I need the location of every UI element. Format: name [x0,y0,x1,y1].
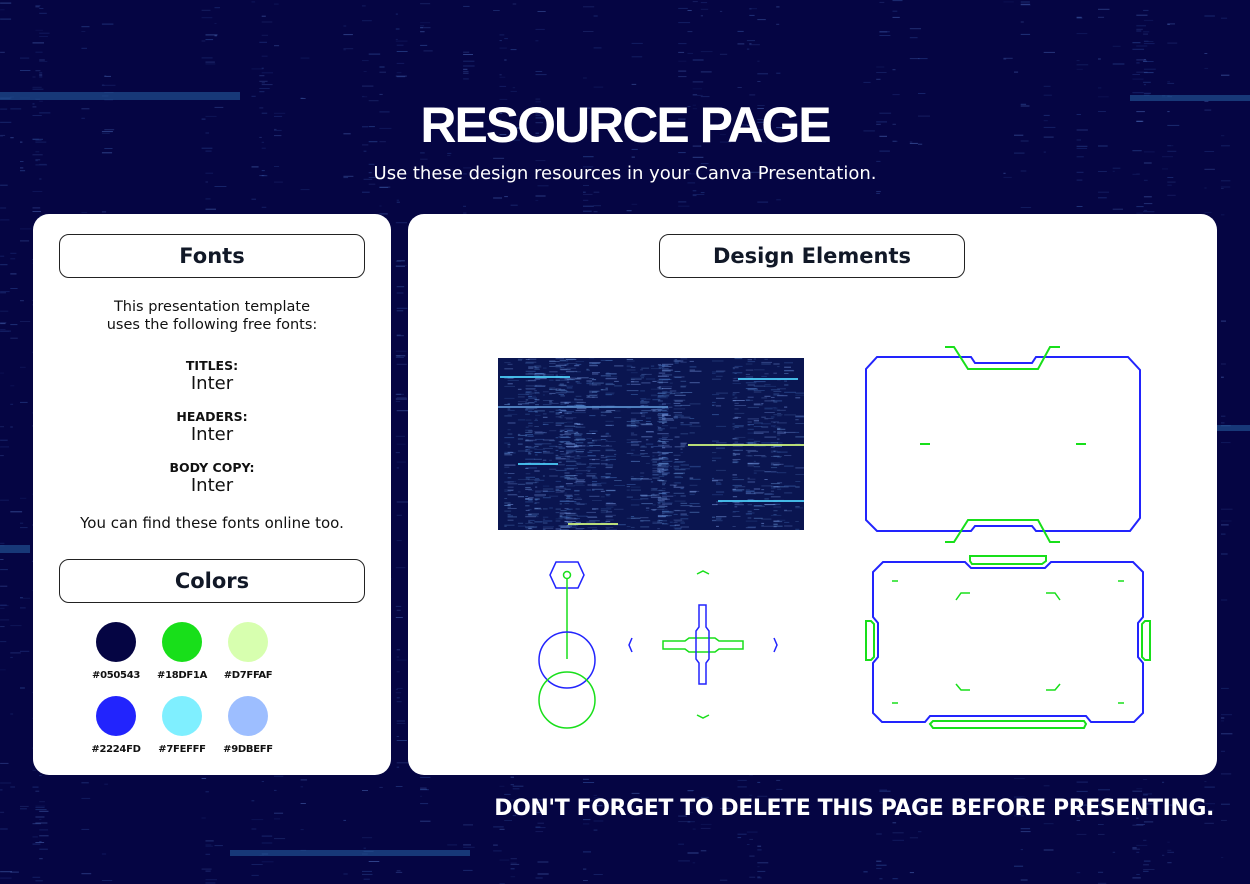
texture-bar [518,463,558,465]
swatch: #D7FFAF [218,622,278,681]
font-entry-titles: TITLES: Inter [33,358,391,394]
swatch: #18DF1A [152,622,212,681]
swatch-dot [228,696,268,736]
swatch-label: #18DF1A [156,670,208,681]
design-elements-heading: Design Elements [659,234,965,278]
texture-bar [500,376,570,378]
font-entry-name: Inter [190,475,234,496]
swatch-dot [228,622,268,662]
swatch-label: #050543 [91,670,141,681]
swatch-label: #2224FD [91,744,141,755]
fonts-intro: This presentation template uses the foll… [33,298,391,334]
texture-bar [738,378,798,380]
texture-bar [718,500,804,502]
page-subtitle: Use these design resources in your Canva… [373,163,877,184]
fonts-intro-line1: This presentation template [113,299,311,315]
bg-bar [230,850,470,856]
swatch: #050543 [86,622,146,681]
fonts-outro: You can find these fonts online too. [80,514,344,532]
font-entry-label: HEADERS: [176,409,248,424]
swatch: #7FEFFF [152,696,212,755]
delete-reminder: DON'T FORGET TO DELETE THIS PAGE BEFORE … [494,796,1214,821]
colors-heading: Colors [59,559,365,603]
font-entry-label: TITLES: [185,358,239,373]
swatch-label: #D7FFAF [223,670,273,681]
swatch-dot [162,696,202,736]
swatch-dot [96,696,136,736]
swatch: #9DBEFF [218,696,278,755]
swatch-label: #7FEFFF [158,744,206,755]
swatch-dot [162,622,202,662]
font-entry-body: BODY COPY: Inter [33,460,391,496]
page-title: RESOURCE PAGE [420,97,831,153]
swatch: #2224FD [86,696,146,755]
font-entry-headers: HEADERS: Inter [33,409,391,445]
font-entry-name: Inter [190,373,234,394]
swatch-dot [96,622,136,662]
swatch-label: #9DBEFF [223,744,273,755]
fonts-heading: Fonts [59,234,365,278]
data-texture-image[interactable] [498,358,804,530]
bg-bar [1215,425,1250,431]
texture-bar [498,406,668,408]
fonts-intro-line2: uses the following free fonts: [106,317,318,333]
texture-bar [568,523,618,525]
font-entry-label: BODY COPY: [169,460,255,475]
font-entry-name: Inter [190,424,234,445]
bg-bar [0,545,30,553]
fonts-colors-card: Fonts This presentation template uses th… [33,214,391,775]
texture-bar [688,444,804,446]
